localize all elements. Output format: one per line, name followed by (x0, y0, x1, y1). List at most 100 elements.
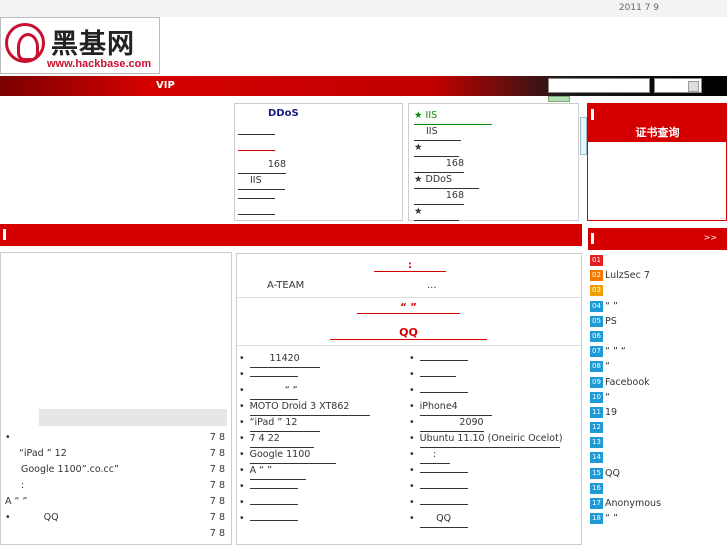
header-mark-icon (591, 109, 594, 120)
rank-title: Anonymous (605, 498, 662, 509)
certificate-query-button[interactable]: 证书查询 (588, 124, 727, 142)
rank-title: LulzSec 7 (605, 270, 650, 282)
ranking-item[interactable]: 18 “ ” (588, 511, 727, 526)
ranking-item[interactable]: 04 “ ” (588, 299, 727, 314)
list-item[interactable]: Google 1100”.co.cc” 7 8 (5, 462, 227, 478)
ranking-item[interactable]: 17 Anonymous (588, 496, 727, 511)
list-item[interactable]: 2090 (409, 415, 581, 432)
list-item[interactable] (238, 205, 286, 221)
list-item[interactable]: “ ” (239, 383, 409, 400)
rank-number: 07 (590, 346, 603, 358)
ranking-item[interactable]: 10 “ (588, 390, 727, 405)
ranking-item[interactable]: 16 (588, 481, 727, 496)
ranking-item[interactable]: 06 (588, 329, 727, 344)
list-item[interactable] (409, 479, 581, 495)
ranking-item[interactable]: 13 (588, 435, 727, 450)
list-item[interactable]: ★ IIS (414, 108, 492, 125)
list-item[interactable]: ★ DDoS (414, 172, 492, 189)
divider (237, 297, 581, 298)
rank-number: 12 (590, 422, 603, 434)
ranking-item[interactable]: 08 “ (588, 359, 727, 374)
list-item[interactable]: A “ ” (239, 463, 409, 480)
rank-number: 11 (590, 406, 603, 418)
divider (237, 345, 581, 346)
ranking-item[interactable]: 15 QQ (588, 466, 727, 481)
list-item[interactable] (238, 125, 286, 141)
top-bar: 2011 7 9 (0, 0, 727, 17)
news-list-right: iPhone4 2090 Ubuntu 11.10 (Oneiric Ocelo… (409, 351, 581, 528)
ranking-item[interactable]: 02 LulzSec 7 (588, 268, 727, 283)
nav-vip-link[interactable]: VIP (156, 80, 175, 91)
list-item[interactable]: “iPad ” 12 (239, 415, 409, 432)
list-item[interactable]: Ubuntu 11.10 (Oneiric Ocelot) (409, 431, 581, 448)
ddos-box-title[interactable]: DDoS (268, 108, 299, 119)
list-item[interactable]: 11420 (239, 351, 409, 368)
rank-number: 06 (590, 330, 603, 342)
list-item[interactable]: • QQ 7 8 (5, 510, 227, 526)
right-top-box (587, 103, 727, 221)
rank-title: “ ” “ (605, 346, 626, 358)
rank-title: Facebook (605, 376, 650, 388)
list-item[interactable]: iPhone4 (409, 399, 581, 416)
list-item[interactable]: : (409, 447, 581, 464)
site-logo[interactable]: 黑基网 www.hackbase.com (0, 17, 160, 74)
list-item[interactable] (239, 479, 409, 495)
rank-title: “ ” (605, 300, 618, 312)
rank-number: 13 (590, 437, 603, 449)
search-button[interactable] (548, 96, 570, 102)
list-item[interactable] (409, 383, 581, 399)
list-item[interactable]: A “ ” 7 8 (5, 494, 227, 510)
ranking-more-link[interactable]: >> (704, 233, 717, 242)
list-item[interactable]: ★ (414, 140, 492, 157)
list-item[interactable] (238, 189, 286, 205)
ranking-item[interactable]: 03 (588, 283, 727, 298)
search-input[interactable] (548, 78, 650, 93)
list-item[interactable] (239, 495, 409, 511)
list-item[interactable]: Google 1100 (239, 447, 409, 464)
rank-number: 10 (590, 391, 603, 403)
ranking-item[interactable]: 14 (588, 450, 727, 465)
list-item[interactable]: IIS (414, 124, 492, 141)
rank-number: 14 (590, 452, 603, 464)
list-item[interactable]: MOTO Droid 3 XT862 (239, 399, 409, 416)
list-item[interactable]: 168 (414, 188, 492, 205)
rank-number: 09 (590, 376, 603, 388)
list-item[interactable]: 168 (414, 156, 492, 173)
list-item[interactable] (409, 463, 581, 479)
rank-number: 17 (590, 498, 603, 509)
list-item[interactable]: QQ (409, 511, 581, 528)
list-item[interactable] (409, 367, 581, 383)
search-category-select[interactable] (654, 78, 702, 93)
list-item[interactable]: 7 4 22 (239, 431, 409, 448)
ranking-item[interactable]: 05 PS (588, 314, 727, 329)
list-item[interactable] (238, 141, 286, 157)
mini-news-list: • 7 8 “iPad ” 12 7 8 Google 1100”.co.cc” 7… (5, 430, 227, 542)
headline-1[interactable]: : (374, 260, 446, 272)
list-item[interactable]: “iPad ” 12 7 8 (5, 446, 227, 462)
headline-3[interactable]: QQ (330, 326, 487, 340)
ranking-header-bar: >> (588, 228, 727, 250)
logo-text: 黑基网 (51, 29, 135, 60)
headline-2[interactable]: “ ” (357, 302, 460, 314)
ranking-item[interactable]: 09 Facebook (588, 375, 727, 390)
list-item[interactable] (409, 495, 581, 511)
rank-title: QQ (605, 467, 620, 479)
ranking-item[interactable]: 01 (588, 253, 727, 268)
list-item[interactable]: :7 8 (5, 478, 227, 494)
ranking-item[interactable]: 12 (588, 420, 727, 435)
left-subheader (39, 409, 227, 426)
rank-title: “ (605, 361, 610, 373)
list-item[interactable]: IIS (238, 173, 286, 190)
dragon-logo-icon (5, 23, 45, 63)
list-item[interactable]: ★ (414, 204, 492, 221)
ranking-item[interactable]: 07 “ ” “ (588, 344, 727, 359)
list-item[interactable] (239, 367, 409, 383)
list-item[interactable]: 168 (238, 157, 286, 174)
rank-title: PS (605, 315, 617, 327)
ranking-item[interactable]: 11 19 (588, 405, 727, 420)
list-item[interactable] (239, 511, 409, 527)
scroll-strip[interactable] (580, 117, 587, 155)
list-item[interactable]: 7 8 (5, 526, 227, 542)
list-item[interactable]: • 7 8 (5, 430, 227, 446)
list-item[interactable] (409, 351, 581, 367)
